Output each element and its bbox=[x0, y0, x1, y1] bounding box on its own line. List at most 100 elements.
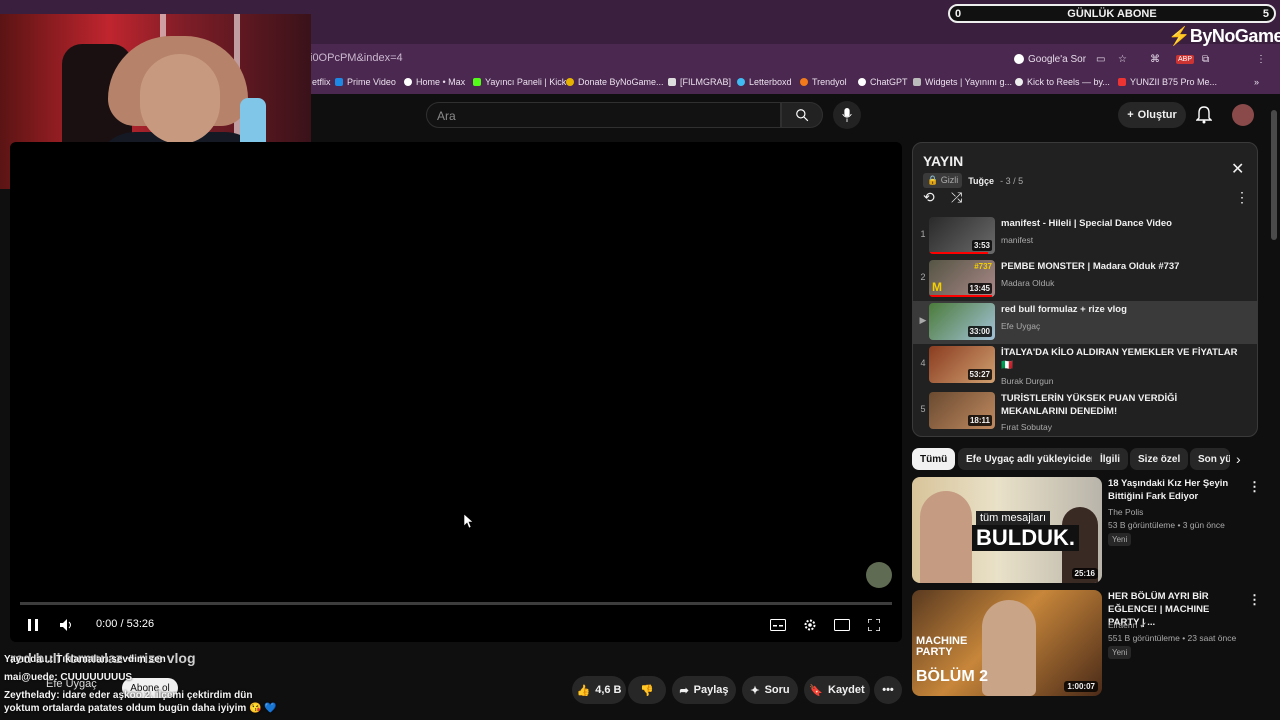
chip-recent[interactable]: Son yü bbox=[1190, 448, 1230, 470]
privacy-label: Gizli bbox=[940, 175, 959, 185]
bookmark-icon: 🔖 bbox=[809, 684, 823, 697]
url-text[interactable]: i0OPcPM&index=4 bbox=[310, 52, 403, 64]
prime-icon bbox=[335, 78, 343, 86]
subtitles-icon[interactable] bbox=[769, 616, 787, 634]
video-player[interactable]: 0:00 / 53:26 bbox=[10, 142, 902, 642]
bookmark-item[interactable]: Kick to Reels — by... bbox=[1015, 77, 1110, 87]
dislike-button[interactable]: 👎 bbox=[628, 676, 666, 704]
more-actions-icon[interactable]: ••• bbox=[874, 676, 902, 704]
translate-icon[interactable]: ⌘ bbox=[1150, 50, 1160, 68]
playlist-thumbnail[interactable]: M #737 13:45 bbox=[929, 260, 995, 297]
recommendation-thumbnail[interactable]: tüm mesajları BULDUK. 25:16 bbox=[912, 477, 1102, 583]
save-button[interactable]: 🔖 Kaydet bbox=[804, 676, 870, 704]
playlist-thumbnail[interactable]: 18:11 bbox=[929, 392, 995, 429]
chat-message: Zeythelady: idare eder aşkoo 2. ilçemi ç… bbox=[4, 690, 253, 701]
bookmark-star-icon[interactable]: ☆ bbox=[1118, 50, 1127, 68]
close-icon[interactable]: ✕ bbox=[1231, 159, 1244, 179]
more-vert-icon[interactable]: ⋮ bbox=[1248, 592, 1261, 608]
bookmark-item[interactable]: Letterboxd bbox=[737, 77, 792, 87]
playlist-item-channel: Efe Uygaç bbox=[1001, 321, 1041, 331]
recommendation-card[interactable]: tüm mesajları BULDUK. 25:16 18 Yaşındaki… bbox=[912, 477, 1262, 585]
playlist-item[interactable]: 2 M #737 13:45 PEMBE MONSTER | Madara Oldu… bbox=[913, 258, 1257, 301]
playlist-index: 5 bbox=[920, 404, 926, 414]
progress-bar[interactable] bbox=[20, 602, 892, 605]
loop-icon[interactable]: ⟲ bbox=[923, 189, 935, 206]
chevron-right-icon[interactable]: › bbox=[1236, 451, 1241, 467]
chip-related[interactable]: İlgili bbox=[1092, 448, 1128, 470]
theater-mode-icon[interactable] bbox=[833, 616, 851, 634]
more-vert-icon[interactable]: ⋮ bbox=[1248, 479, 1261, 495]
playlist-item-title[interactable]: PEMBE MONSTER | Madara Olduk #737 bbox=[1001, 260, 1241, 273]
create-label: Oluştur bbox=[1137, 109, 1177, 121]
playlist-thumbnail[interactable]: 33:00 bbox=[929, 303, 995, 340]
chip-for-you[interactable]: Size özel bbox=[1130, 448, 1189, 470]
playlist-item-current[interactable]: ▶ 33:00 red bull formulaz + rize vlog Ef… bbox=[913, 301, 1257, 344]
recommendation-card[interactable]: MACHINE PARTY BÖLÜM 2 1:00:07 HER BÖLÜM … bbox=[912, 590, 1262, 698]
bookmark-item[interactable]: Home • Max bbox=[404, 77, 465, 87]
bookmarks-overflow-icon[interactable]: » bbox=[1254, 77, 1259, 87]
playlist-index: 2 bbox=[920, 272, 926, 282]
playlist-item[interactable]: 1 3:53 manifest - Hileli | Special Dance… bbox=[913, 215, 1257, 258]
playlist-item-title[interactable]: manifest - Hileli | Special Dance Video bbox=[1001, 217, 1241, 230]
duration-badge: 3:53 bbox=[971, 240, 992, 251]
recommendation-thumbnail[interactable]: MACHINE PARTY BÖLÜM 2 1:00:07 bbox=[912, 590, 1102, 696]
like-count: 4,6 B bbox=[595, 684, 622, 696]
playlist-item-title[interactable]: İTALYA'DA KİLO ALDIRAN YEMEKLER VE FİYAT… bbox=[1001, 346, 1241, 372]
chip-from-uploader[interactable]: Efe Uygaç adlı yükleyiciden bbox=[958, 448, 1106, 470]
shuffle-icon[interactable]: ⤮ bbox=[951, 189, 962, 206]
pause-icon[interactable] bbox=[24, 616, 42, 634]
adblock-icon[interactable]: ABP bbox=[1176, 50, 1195, 68]
playlist-thumbnail[interactable]: 3:53 bbox=[929, 217, 995, 254]
recommendation-title[interactable]: 18 Yaşındaki Kız Her Şeyin Bittiğini Far… bbox=[1108, 477, 1242, 503]
chip-all[interactable]: Tümü bbox=[912, 448, 956, 470]
fullscreen-icon[interactable] bbox=[865, 616, 883, 634]
notifications-bell-icon[interactable] bbox=[1195, 106, 1213, 129]
share-button[interactable]: ➦ Paylaş bbox=[672, 676, 736, 704]
bookmark-item[interactable]: ChatGPT bbox=[858, 77, 908, 87]
bookmark-item[interactable]: Yayıncı Paneli | Kick bbox=[473, 77, 566, 87]
playlist-item-title[interactable]: TURİSTLERİN YÜKSEK PUAN VERDİĞİ MEKANLAR… bbox=[1001, 392, 1241, 418]
thumb-text: BULDUK. bbox=[972, 525, 1079, 551]
playlist-index: ▶ bbox=[919, 315, 927, 325]
install-icon[interactable]: ▭ bbox=[1096, 50, 1105, 68]
bookmark-item[interactable]: Donate ByNoGame... bbox=[566, 77, 664, 87]
playlist-menu-icon[interactable]: ⋮ bbox=[1235, 189, 1249, 206]
create-button[interactable]: + Oluştur bbox=[1118, 102, 1186, 128]
chat-message: yoktum ortalarda patates oldum bugün dah… bbox=[4, 703, 277, 714]
bookmark-item[interactable]: etflix bbox=[312, 77, 331, 87]
bookmark-item[interactable]: Prime Video bbox=[335, 77, 396, 87]
ask-button[interactable]: ✦ Soru bbox=[742, 676, 798, 704]
chat-message: Yayında...: Tıklamaları sevdim sen bbox=[4, 654, 166, 665]
bookmark-item[interactable]: Trendyol bbox=[800, 77, 847, 87]
search-button[interactable] bbox=[781, 102, 823, 128]
playlist-thumbnail[interactable]: 53:27 bbox=[929, 346, 995, 383]
recommendation-channel[interactable]: Elraenn ✔ bbox=[1108, 620, 1147, 631]
scrollbar-thumb[interactable] bbox=[1271, 110, 1277, 240]
playlist-item-channel: Burak Durgun bbox=[1001, 376, 1054, 386]
search-input[interactable]: Ara bbox=[426, 102, 781, 128]
bookmark-item[interactable]: Widgets | Yayınını g... bbox=[913, 77, 1012, 87]
playlist-item-title[interactable]: red bull formulaz + rize vlog bbox=[1001, 303, 1241, 316]
channel-watermark[interactable] bbox=[866, 562, 892, 588]
recommendation-stats: 551 B görüntüleme • 23 saat önce bbox=[1108, 633, 1237, 643]
extensions-icon[interactable]: ⧉ bbox=[1202, 50, 1209, 68]
playlist-position: 3 / 5 bbox=[1005, 175, 1024, 186]
playlist-owner[interactable]: Tuğçe bbox=[968, 176, 994, 186]
bookmark-item[interactable]: YUNZII B75 Pro Me... bbox=[1118, 77, 1217, 87]
recommendation-channel[interactable]: The Polis bbox=[1108, 507, 1143, 517]
volume-icon[interactable] bbox=[57, 616, 75, 634]
google-ask-chip[interactable]: Google'a Sor bbox=[1014, 50, 1086, 68]
subs-min: 0 bbox=[955, 7, 962, 20]
bookmark-label: Kick to Reels — by... bbox=[1027, 77, 1110, 87]
watched-bar bbox=[929, 295, 992, 297]
bookmark-item[interactable]: [FILMGRAB] bbox=[668, 77, 731, 87]
playlist-item-channel: Fırat Sobutay bbox=[1001, 422, 1053, 432]
settings-gear-icon[interactable] bbox=[801, 616, 819, 634]
menu-kebab-icon[interactable]: ⋮ bbox=[1256, 50, 1266, 68]
voice-search-button[interactable] bbox=[833, 101, 861, 129]
bookmark-label: YUNZII B75 Pro Me... bbox=[1130, 77, 1218, 87]
playlist-item[interactable]: 5 18:11 TURİSTLERİN YÜKSEK PUAN VERDİĞİ … bbox=[913, 390, 1257, 436]
playlist-item[interactable]: 4 53:27 İTALYA'DA KİLO ALDIRAN YEMEKLER … bbox=[913, 344, 1257, 390]
like-button[interactable]: 👍 4,6 B bbox=[572, 676, 626, 704]
account-avatar[interactable] bbox=[1232, 104, 1254, 126]
